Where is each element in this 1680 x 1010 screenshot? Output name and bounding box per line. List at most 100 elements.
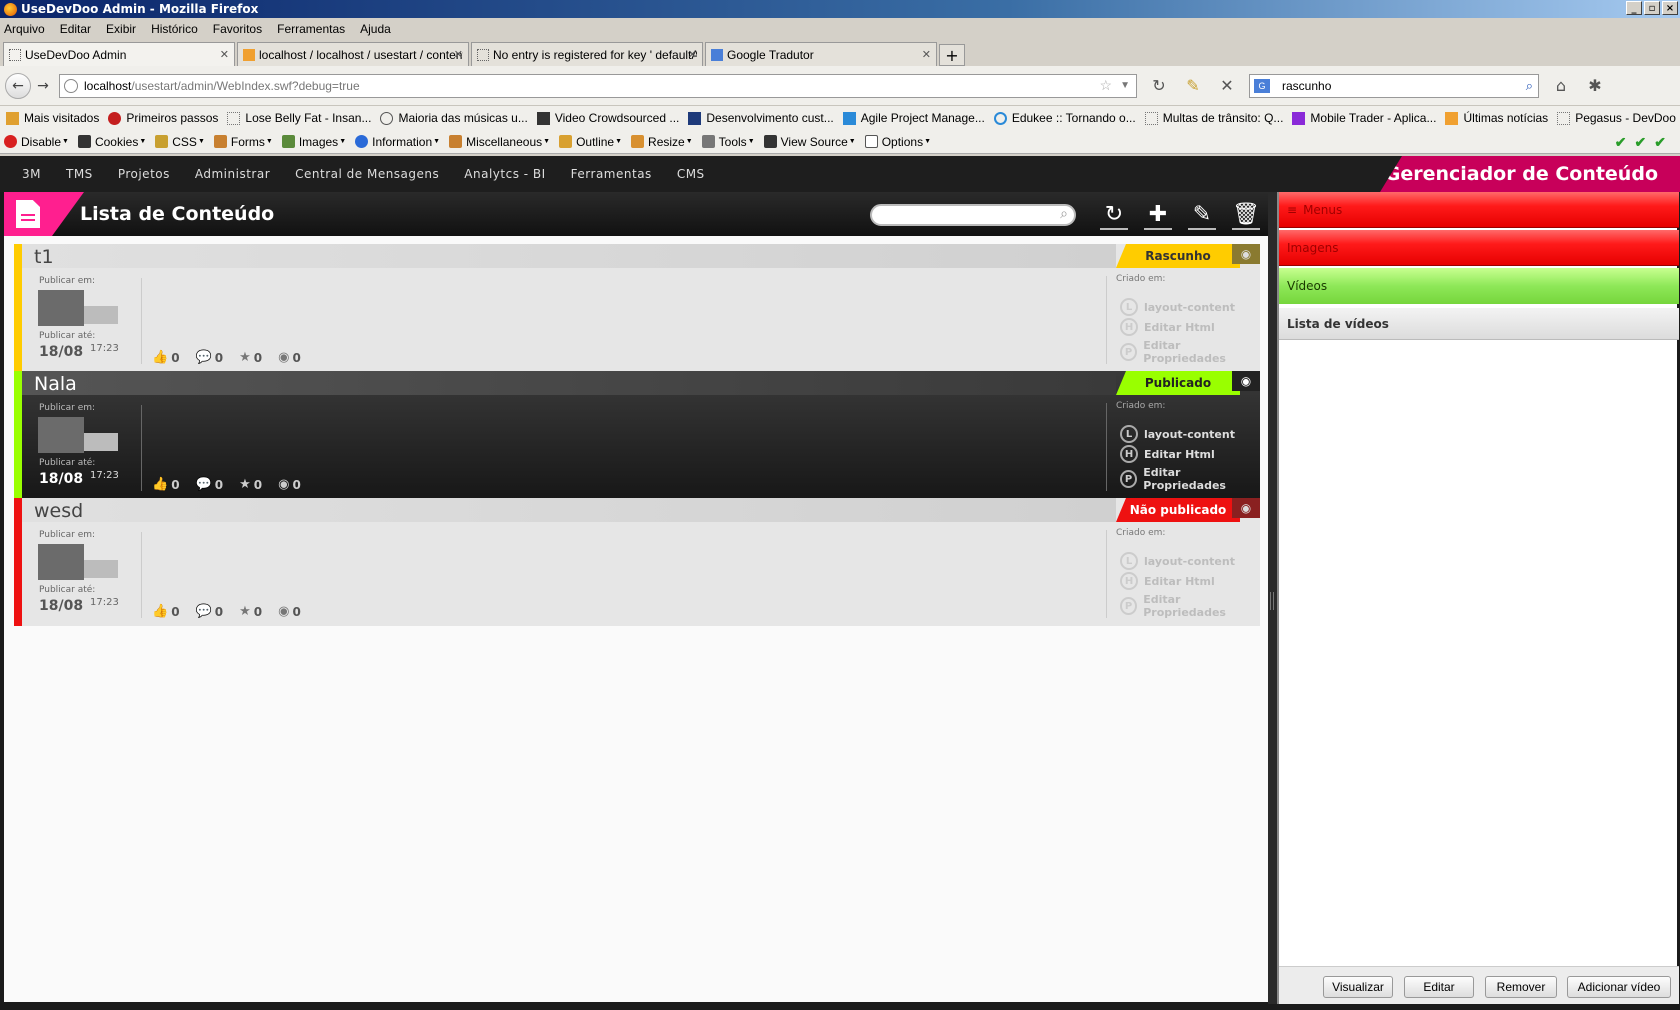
menu-historico[interactable]: Histórico	[151, 22, 198, 36]
visualizar-button[interactable]: Visualizar	[1323, 976, 1393, 998]
edit-button[interactable]: ✎	[1182, 194, 1222, 234]
bookmark-item[interactable]: Video Crowdsourced ...	[536, 111, 679, 125]
content-card-t1[interactable]: t1 Rascunho ◉ Publicar em: Publicar até:…	[14, 244, 1260, 372]
extension-icon[interactable]: ✱	[1583, 74, 1607, 98]
bookmark-star-icon[interactable]: ☆	[1099, 77, 1112, 94]
close-tab-icon[interactable]: ✕	[220, 48, 229, 61]
url-bar[interactable]: localhost/usestart/admin/WebIndex.swf?de…	[59, 73, 1137, 98]
page-icon	[227, 111, 241, 125]
imagens-accordion[interactable]: Imagens	[1279, 230, 1679, 266]
app-nav-analytcs[interactable]: Analytcs - BI	[464, 167, 545, 181]
adicionar-video-button[interactable]: Adicionar vídeo	[1567, 976, 1671, 998]
layout-content-action[interactable]: Llayout-content	[1120, 552, 1235, 570]
devtool-outline[interactable]: Outline ▼	[559, 135, 622, 149]
bookmark-folder-icon	[6, 111, 19, 125]
panel-splitter[interactable]	[1268, 192, 1277, 1004]
devtool-css[interactable]: CSS ▼	[155, 135, 205, 149]
edit-properties-action[interactable]: P Editar Propriedades	[1120, 466, 1260, 492]
close-tab-icon[interactable]: ✕	[688, 48, 697, 61]
devtool-tools[interactable]: Tools ▼	[701, 135, 755, 149]
editar-button[interactable]: Editar	[1404, 976, 1474, 998]
bookmark-item[interactable]: Edukee :: Tornando o...	[993, 111, 1136, 125]
splitter-grip-icon[interactable]	[1270, 592, 1274, 610]
tab-google-tradutor[interactable]: Google Tradutor ✕	[705, 42, 937, 66]
content-card-wesd[interactable]: wesd Não publicado ◉ Publicar em: Public…	[14, 498, 1260, 626]
refresh-button[interactable]: ↻	[1094, 194, 1134, 234]
close-window-button[interactable]: ×	[1662, 1, 1678, 15]
menus-accordion[interactable]: ≡ Menus	[1279, 192, 1679, 228]
app-nav-central-mensagens[interactable]: Central de Mensagens	[295, 167, 439, 181]
remover-button[interactable]: Remover	[1485, 976, 1557, 998]
minimize-button[interactable]: _	[1626, 1, 1642, 15]
url-dropdown-icon[interactable]: ▼	[1120, 80, 1130, 91]
close-tab-icon[interactable]: ✕	[922, 48, 931, 61]
content-search-input[interactable]: ⌕	[870, 204, 1076, 226]
maximize-button[interactable]: ▫	[1644, 1, 1660, 15]
eye-icon[interactable]: ◉	[1232, 498, 1260, 518]
devtool-disable[interactable]: Disable ▼	[4, 135, 69, 149]
edit-html-action[interactable]: H Editar Html	[1120, 318, 1215, 336]
back-button[interactable]: ←	[5, 72, 31, 99]
videos-accordion[interactable]: Vídeos	[1279, 268, 1679, 304]
devtool-information[interactable]: Information ▼	[355, 135, 440, 149]
bookmark-item[interactable]: Pegasus - DevDoo	[1557, 111, 1676, 125]
tab-usedevdoo[interactable]: UseDevDoo Admin ✕	[3, 42, 235, 66]
reload-icon[interactable]: ↻	[1147, 74, 1171, 98]
views-stat: ◉ 0	[278, 350, 301, 365]
tab-phpmyadmin[interactable]: localhost / localhost / usestart / conte…	[237, 42, 469, 66]
devtool-miscellaneous[interactable]: Miscellaneous ▼	[449, 135, 550, 149]
menu-editar[interactable]: Editar	[60, 22, 91, 36]
new-tab-button[interactable]: +	[939, 44, 965, 66]
edit-html-action[interactable]: H Editar Html	[1120, 445, 1215, 463]
search-input[interactable]: rascunho	[1282, 79, 1331, 93]
app-nav-cms[interactable]: CMS	[677, 167, 705, 181]
stop-icon[interactable]: ✕	[1215, 74, 1239, 98]
eye-icon[interactable]: ◉	[1232, 371, 1260, 391]
search-engine-icon[interactable]: G	[1254, 78, 1270, 93]
edit-properties-action[interactable]: P Editar Propriedades	[1120, 593, 1260, 619]
bookmark-item[interactable]: Mobile Trader - Aplica...	[1292, 111, 1436, 125]
search-bar[interactable]: G rascunho ⌕	[1249, 73, 1539, 98]
content-card-nala[interactable]: Nala Publicado ◉ Publicar em: Publicar a…	[14, 371, 1260, 499]
comment-icon: 💬	[195, 604, 212, 619]
bookmark-item[interactable]: Últimas notícias	[1445, 111, 1548, 125]
devtool-images[interactable]: Images ▼	[281, 135, 346, 149]
devtool-view-source[interactable]: View Source ▼	[763, 135, 856, 149]
bookmark-item[interactable]: Primeiros passos	[108, 111, 218, 125]
bookmark-item[interactable]: Mais visitados	[6, 111, 99, 125]
search-icon[interactable]: ⌕	[1526, 78, 1533, 94]
app-nav-tms[interactable]: TMS	[66, 167, 93, 181]
close-tab-icon[interactable]: ✕	[454, 48, 463, 61]
add-button[interactable]: ✚	[1138, 194, 1178, 234]
layout-content-action[interactable]: Llayout-content	[1120, 298, 1235, 316]
bookmark-item[interactable]: Maioria das músicas u...	[380, 111, 528, 125]
star-icon: ★	[239, 604, 251, 619]
menu-arquivo[interactable]: Arquivo	[4, 22, 45, 36]
addon-icon[interactable]: ✎	[1181, 74, 1205, 98]
forward-button[interactable]: →	[33, 76, 53, 96]
home-icon[interactable]: ⌂	[1549, 74, 1573, 98]
app-nav-projetos[interactable]: Projetos	[118, 167, 170, 181]
devtool-forms[interactable]: Forms ▼	[213, 135, 273, 149]
bookmark-item[interactable]: Lose Belly Fat - Insan...	[227, 111, 371, 125]
app-nav-administrar[interactable]: Administrar	[195, 167, 270, 181]
edit-properties-action[interactable]: P Editar Propriedades	[1120, 339, 1260, 365]
app-nav-3m[interactable]: 3M	[22, 167, 41, 181]
menu-ferramentas[interactable]: Ferramentas	[277, 22, 345, 36]
delete-button[interactable]: 🗑	[1226, 194, 1266, 234]
menu-ajuda[interactable]: Ajuda	[360, 22, 391, 36]
bookmark-item[interactable]: Multas de trânsito: Q...	[1144, 111, 1283, 125]
menu-exibir[interactable]: Exibir	[106, 22, 136, 36]
tab-error[interactable]: No entry is registered for key ' default…	[471, 42, 703, 66]
devtool-resize[interactable]: Resize ▼	[631, 135, 693, 149]
menu-favoritos[interactable]: Favoritos	[213, 22, 262, 36]
devtool-cookies[interactable]: Cookies ▼	[77, 135, 146, 149]
bookmark-item[interactable]: Desenvolvimento cust...	[688, 111, 834, 125]
layout-content-action[interactable]: Llayout-content	[1120, 425, 1235, 443]
eye-icon[interactable]: ◉	[1232, 244, 1260, 264]
bookmark-item[interactable]: Agile Project Manage...	[842, 111, 985, 125]
edit-html-action[interactable]: H Editar Html	[1120, 572, 1215, 590]
properties-icon: P	[1120, 343, 1138, 361]
app-nav-ferramentas[interactable]: Ferramentas	[571, 167, 652, 181]
devtool-options[interactable]: Options ▼	[864, 135, 931, 149]
